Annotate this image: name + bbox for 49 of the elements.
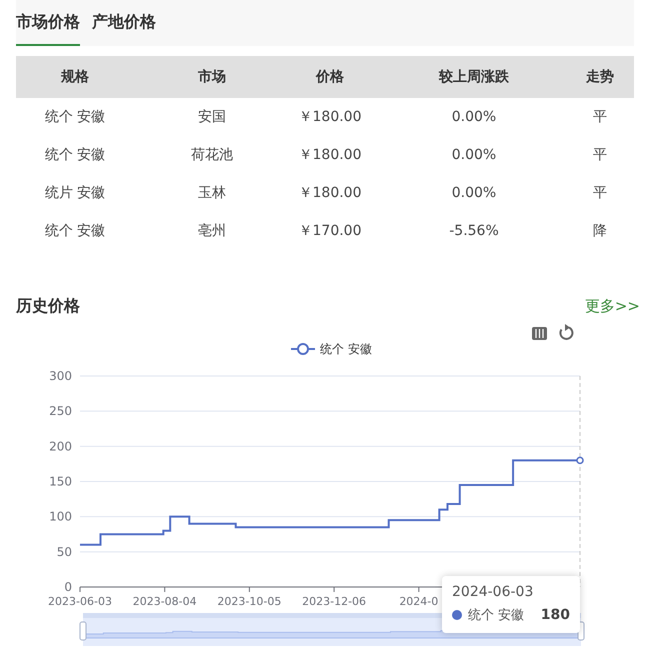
table-cell: 降 — [593, 222, 607, 240]
table-cell: 0.00% — [452, 109, 496, 125]
axis-label: 200 — [49, 439, 72, 454]
axis-label: 250 — [49, 404, 72, 418]
table-cell: ￥180.00 — [298, 146, 362, 164]
axis-label: 2023-12-06 — [302, 595, 366, 608]
axis-label: 2023-08-04 — [132, 595, 197, 608]
refresh-icon[interactable] — [559, 324, 574, 340]
table-cell: 统个 安徽 — [44, 108, 106, 126]
table-cell: ￥180.00 — [298, 184, 362, 202]
axis-label: 50 — [56, 544, 72, 559]
section-title: 历史价格 — [16, 296, 80, 316]
axis-label: 300 — [49, 369, 72, 383]
table-cell: ￥180.00 — [298, 108, 362, 126]
table-cell: 荷花池 — [191, 146, 233, 164]
table-cell: 安国 — [198, 108, 226, 126]
column-header: 走势 — [586, 68, 614, 86]
column-header: 市场 — [198, 68, 226, 86]
more-link[interactable]: 更多>> — [584, 296, 640, 316]
table-cell: -5.56% — [449, 223, 499, 239]
data-view-icon[interactable] — [532, 327, 547, 340]
column-header: 规格 — [61, 68, 89, 86]
axis-label: 100 — [49, 510, 72, 524]
tab[interactable]: 市场价格 — [16, 0, 80, 46]
axis-label: 150 — [49, 474, 72, 488]
table-cell: 平 — [593, 184, 607, 202]
series-name: 统个 安徽 — [468, 607, 524, 624]
table-cell: 统个 安徽 — [44, 146, 106, 164]
column-header: 较上周涨跌 — [439, 68, 509, 86]
table-cell: 玉林 — [198, 184, 226, 202]
axis-label: 0 — [64, 580, 72, 594]
tooltip-value: 180 — [540, 607, 570, 623]
table-cell: 0.00% — [452, 147, 496, 163]
column-header: 价格 — [316, 68, 344, 86]
legend-marker-icon[interactable] — [291, 343, 315, 355]
axis-label: 2023-06-03 — [48, 595, 112, 608]
data-point — [576, 456, 584, 464]
axis-label: 2023-10-05 — [217, 595, 282, 608]
tooltip-date: 2024-06-03 — [452, 584, 534, 600]
table-cell: 0.00% — [452, 185, 496, 201]
table-cell: ￥170.00 — [298, 222, 362, 240]
table-cell: 平 — [593, 146, 607, 164]
table-cell: 统个 安徽 — [44, 222, 106, 240]
legend-label[interactable]: 统个 安徽 — [320, 342, 372, 356]
table-cell: 平 — [593, 108, 607, 126]
table-cell: 统片 安徽 — [44, 184, 106, 202]
table-cell: 亳州 — [198, 222, 226, 240]
tab[interactable]: 产地价格 — [92, 0, 156, 46]
axis-label: 2024-0 — [399, 595, 438, 608]
